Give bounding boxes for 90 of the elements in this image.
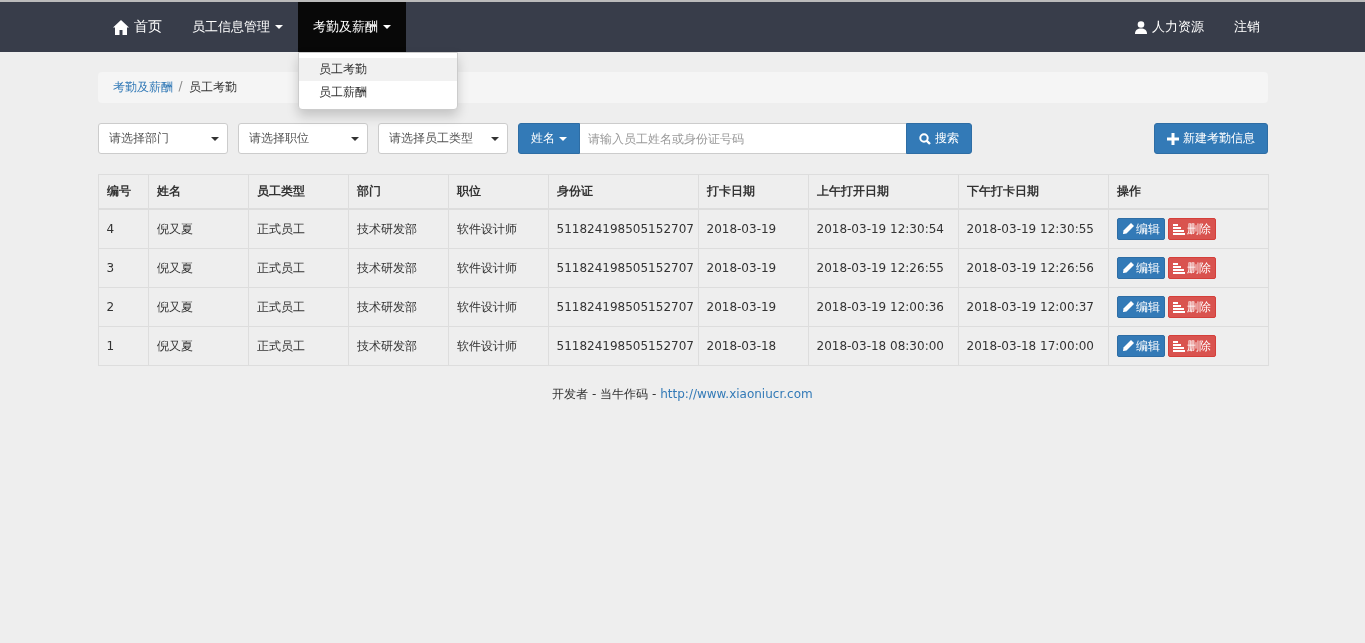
caret-icon <box>558 136 567 141</box>
footer-text: 开发者 - 当牛作码 - http://www.xiaoniucr.com <box>551 386 814 403</box>
table-cell: 2 <box>98 287 148 327</box>
table-cell: 511824198505152707 <box>548 326 698 366</box>
table-cell: 正式员工 <box>248 209 348 249</box>
pencil-icon <box>1121 223 1134 235</box>
field-dropdown-button[interactable]: 姓名 <box>517 123 580 154</box>
delete-button[interactable]: 删除 <box>1167 218 1216 240</box>
table-cell: 技术研发部 <box>348 209 448 249</box>
column-header: 姓名 <box>148 174 248 209</box>
search-button[interactable]: 搜索 <box>905 123 972 154</box>
column-header: 下午打卡日期 <box>958 174 1108 209</box>
table-cell: 1 <box>98 326 148 366</box>
table-cell: 4 <box>98 209 148 249</box>
table-cell: 2018-03-18 17:00:00 <box>958 326 1108 366</box>
table-cell: 技术研发部 <box>348 326 448 366</box>
caret-icon <box>275 25 283 29</box>
table-cell: 2018-03-18 <box>698 326 808 366</box>
breadcrumb-item: 员工考勤 <box>188 79 237 96</box>
nav-item[interactable]: 人力资源 <box>1120 2 1219 52</box>
table-cell: 倪又夏 <box>148 209 248 249</box>
select-field[interactable]: 请选择部门 <box>97 123 228 154</box>
table-cell: 技术研发部 <box>348 248 448 288</box>
search-icon <box>918 132 931 145</box>
column-header: 部门 <box>348 174 448 209</box>
column-header: 员工类型 <box>248 174 348 209</box>
list-icon <box>1172 262 1185 274</box>
column-header: 上午打开日期 <box>808 174 958 209</box>
table-cell: 2018-03-19 12:26:56 <box>958 248 1108 288</box>
table-cell: 软件设计师 <box>448 326 548 366</box>
home-icon <box>113 19 129 35</box>
caret-icon <box>350 136 359 141</box>
breadcrumb-item[interactable]: 考勤及薪酬 <box>112 79 173 96</box>
edit-button[interactable]: 编辑 <box>1116 218 1165 240</box>
column-header: 编号 <box>98 174 148 209</box>
table-cell: 倪又夏 <box>148 248 248 288</box>
column-header: 身份证 <box>548 174 698 209</box>
pencil-icon <box>1121 262 1134 274</box>
table-cell: 正式员工 <box>248 326 348 366</box>
select-field[interactable]: 请选择职位 <box>237 123 368 154</box>
table-cell: 2018-03-19 <box>698 287 808 327</box>
caret-icon <box>490 136 499 141</box>
user-icon <box>1135 20 1147 34</box>
select-field[interactable]: 请选择员工类型 <box>377 123 508 154</box>
menu-item[interactable]: 员工考勤 <box>299 58 457 81</box>
list-icon <box>1172 223 1185 235</box>
table-cell: 软件设计师 <box>448 287 548 327</box>
edit-button[interactable]: 编辑 <box>1116 335 1165 357</box>
edit-button[interactable]: 编辑 <box>1116 296 1165 318</box>
delete-button[interactable]: 删除 <box>1167 257 1216 279</box>
nav-item[interactable]: 首页 <box>98 2 177 52</box>
table-cell: 2018-03-19 12:00:36 <box>808 287 958 327</box>
footer-link[interactable]: http://www.xiaoniucr.com <box>660 387 813 401</box>
search-field[interactable]: 请输入员工姓名或身份证号码 <box>579 123 906 154</box>
list-icon <box>1172 301 1185 313</box>
nav-item[interactable]: 员工信息管理 <box>177 2 298 52</box>
table-cell: 2018-03-19 12:00:37 <box>958 287 1108 327</box>
table-cell: 倪又夏 <box>148 326 248 366</box>
caret-icon <box>383 25 391 29</box>
table-cell: 2018-03-19 12:26:55 <box>808 248 958 288</box>
column-header: 打卡日期 <box>698 174 808 209</box>
table-cell: 2018-03-19 12:30:54 <box>808 209 958 249</box>
table-cell: 511824198505152707 <box>548 209 698 249</box>
nav-item[interactable]: 注销 <box>1219 2 1275 52</box>
table-cell: 3 <box>98 248 148 288</box>
table-cell: 技术研发部 <box>348 287 448 327</box>
plus-icon <box>1166 132 1179 145</box>
table-cell: 511824198505152707 <box>548 248 698 288</box>
table-cell: 511824198505152707 <box>548 287 698 327</box>
table-cell: 正式员工 <box>248 287 348 327</box>
table-cell: 2018-03-18 08:30:00 <box>808 326 958 366</box>
table-cell: 正式员工 <box>248 248 348 288</box>
list-icon <box>1172 340 1185 352</box>
delete-button[interactable]: 删除 <box>1167 335 1216 357</box>
pencil-icon <box>1121 301 1134 313</box>
table-cell: 2018-03-19 <box>698 209 808 249</box>
breadcrumb-separator: / <box>178 79 183 95</box>
menu-item[interactable]: 员工薪酬 <box>299 81 457 104</box>
table-cell: 软件设计师 <box>448 248 548 288</box>
column-header: 操作 <box>1108 174 1268 209</box>
table-cell: 2018-03-19 12:30:55 <box>958 209 1108 249</box>
table-cell: 倪又夏 <box>148 287 248 327</box>
new-button[interactable]: 新建考勤信息 <box>1153 123 1268 154</box>
delete-button[interactable]: 删除 <box>1167 296 1216 318</box>
column-header: 职位 <box>448 174 548 209</box>
edit-button[interactable]: 编辑 <box>1116 257 1165 279</box>
caret-icon <box>210 136 219 141</box>
pencil-icon <box>1121 340 1134 352</box>
table-cell: 2018-03-19 <box>698 248 808 288</box>
table-cell: 软件设计师 <box>448 209 548 249</box>
